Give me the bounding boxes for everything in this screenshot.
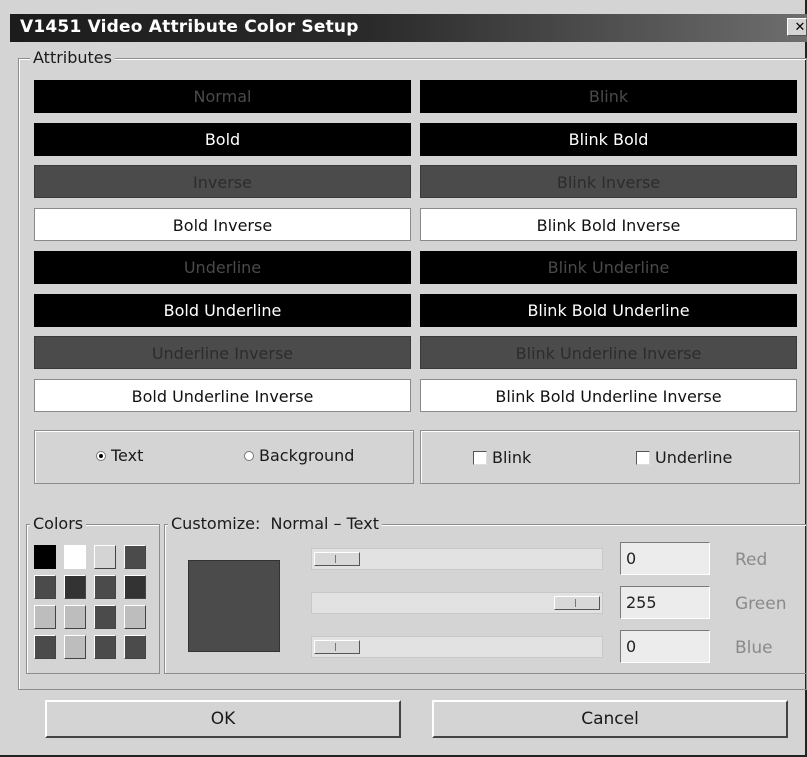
color-swatch[interactable]: [64, 605, 86, 629]
underline-checkbox-label: Underline: [655, 448, 733, 467]
color-swatch[interactable]: [34, 605, 56, 629]
text-background-panel: [34, 430, 414, 484]
attribute-swatch-blink-underline[interactable]: Blink Underline: [420, 250, 797, 284]
attribute-swatch-blink[interactable]: Blink: [420, 80, 797, 113]
slider-thumb[interactable]: [314, 640, 360, 654]
color-swatch[interactable]: [94, 605, 116, 629]
ok-button[interactable]: OK: [45, 700, 401, 738]
color-swatch[interactable]: [94, 575, 116, 599]
blue-slider[interactable]: [311, 636, 603, 658]
window-title: V1451 Video Attribute Color Setup: [20, 17, 359, 37]
color-swatch[interactable]: [94, 635, 116, 659]
color-swatch[interactable]: [34, 635, 56, 659]
color-swatch[interactable]: [64, 635, 86, 659]
title-bar[interactable]: V1451 Video Attribute Color Setup ✕: [10, 14, 807, 42]
attribute-swatch-blink-bold[interactable]: Blink Bold: [420, 122, 797, 156]
color-preview: [188, 560, 280, 652]
green-value-field[interactable]: 255: [620, 586, 710, 619]
cancel-button[interactable]: Cancel: [432, 700, 788, 738]
attribute-swatch-blink-bold-inverse[interactable]: Blink Bold Inverse: [420, 208, 797, 242]
underline-checkbox[interactable]: Underline: [636, 448, 732, 467]
checkbox-icon: [473, 450, 487, 465]
dialog-window: V1451 Video Attribute Color Setup ✕ Attr…: [0, 0, 807, 757]
text-radio[interactable]: Text: [96, 446, 143, 465]
red-value-field[interactable]: 0: [620, 542, 710, 575]
attribute-swatch-bold-inverse[interactable]: Bold Inverse: [34, 208, 411, 242]
attribute-swatch-blink-inverse[interactable]: Blink Inverse: [420, 165, 797, 199]
blink-checkbox-label: Blink: [492, 448, 532, 467]
text-radio-label: Text: [111, 446, 144, 465]
color-swatch[interactable]: [64, 575, 86, 599]
blue-value-field[interactable]: 0: [620, 630, 710, 663]
red-slider[interactable]: [311, 548, 603, 570]
color-swatch[interactable]: [124, 575, 146, 599]
customize-target: Normal – Text: [270, 514, 379, 533]
red-label: Red: [735, 550, 768, 570]
attribute-swatch-underline[interactable]: Underline: [34, 250, 411, 284]
color-swatch[interactable]: [124, 545, 146, 569]
attributes-legend: Attributes: [30, 48, 115, 67]
background-radio-label: Background: [259, 446, 355, 465]
slider-thumb[interactable]: [554, 596, 600, 610]
green-label: Green: [735, 594, 787, 614]
attribute-swatch-inverse[interactable]: Inverse: [34, 165, 411, 199]
attribute-swatch-bold[interactable]: Bold: [34, 122, 411, 156]
background-radio[interactable]: Background: [244, 446, 354, 465]
close-icon[interactable]: ✕: [787, 18, 807, 36]
color-swatch[interactable]: [124, 635, 146, 659]
customize-legend: Customize: Normal – Text: [168, 514, 382, 533]
color-swatch[interactable]: [94, 545, 116, 569]
blink-checkbox[interactable]: Blink: [473, 448, 531, 467]
attribute-swatch-normal[interactable]: Normal: [34, 80, 411, 113]
attribute-swatch-bold-underline-inverse[interactable]: Bold Underline Inverse: [34, 378, 411, 412]
color-swatch[interactable]: [34, 575, 56, 599]
attribute-swatch-blink-underline-inverse[interactable]: Blink Underline Inverse: [420, 336, 797, 370]
blue-label: Blue: [735, 638, 773, 658]
slider-thumb[interactable]: [314, 552, 360, 566]
green-slider[interactable]: [311, 592, 603, 614]
customize-label: Customize:: [171, 514, 261, 533]
attribute-swatch-blink-bold-underline[interactable]: Blink Bold Underline: [420, 293, 797, 327]
checkbox-icon: [636, 450, 650, 465]
attribute-swatch-blink-bold-underline-inverse[interactable]: Blink Bold Underline Inverse: [420, 378, 797, 412]
color-swatch[interactable]: [64, 545, 86, 569]
attribute-swatch-bold-underline[interactable]: Bold Underline: [34, 293, 411, 327]
radio-icon: [96, 450, 106, 461]
attribute-swatch-underline-inverse[interactable]: Underline Inverse: [34, 336, 411, 370]
color-swatch[interactable]: [124, 605, 146, 629]
radio-icon: [244, 450, 254, 461]
color-swatch[interactable]: [34, 545, 56, 569]
colors-legend: Colors: [30, 514, 87, 533]
